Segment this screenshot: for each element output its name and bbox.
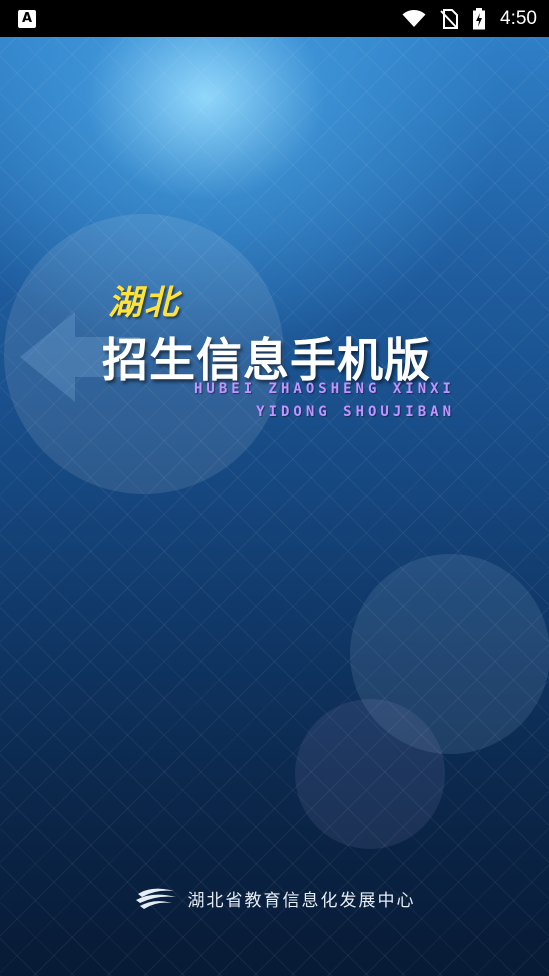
pinyin-subtitle-line1: HUBEI ZHAOSHENG XINXI	[193, 381, 455, 397]
wifi-icon	[402, 9, 426, 27]
organization-logo-icon	[135, 888, 176, 909]
battery-charging-icon	[473, 7, 486, 29]
pinyin-subtitle-line2: YIDONG SHOUJIBAN	[256, 404, 455, 420]
app-notification-icon: A	[18, 9, 36, 28]
organization-name: 湖北省教育信息化发展中心	[187, 890, 416, 911]
title-region: 湖北	[108, 283, 180, 323]
splash-screen[interactable]: 湖北 招生信息手机版 HUBEI ZHAOSHENG XINXI YIDONG …	[0, 37, 549, 976]
diamond-pattern-background	[0, 37, 549, 976]
status-bar: A 4:50	[0, 0, 549, 37]
no-sim-icon	[440, 8, 459, 29]
decorative-circle-small	[295, 699, 445, 849]
status-time: 4:50	[500, 7, 537, 29]
footer: 湖北省教育信息化发展中心	[0, 885, 549, 911]
